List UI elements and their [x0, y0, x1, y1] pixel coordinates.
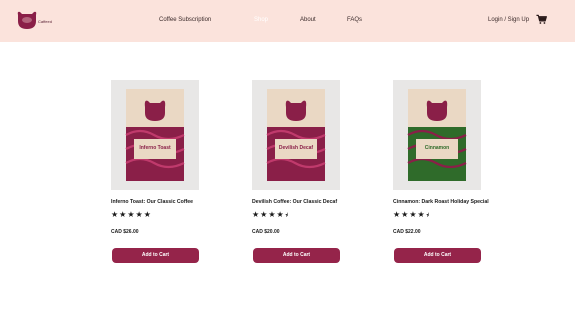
shopping-cart-icon[interactable]	[536, 14, 547, 25]
star-half-icon: ⯨	[425, 213, 430, 219]
bag-label: Devilish Decaf	[279, 145, 314, 151]
nav-coffee-subscription[interactable]: Coffee Subscription	[159, 17, 211, 23]
product-title[interactable]: Cinnamon: Dark Roast Holiday Special	[393, 199, 489, 205]
star-rating: ★★★★⯨	[393, 210, 430, 219]
product-image[interactable]: Inferno Toast	[111, 80, 199, 190]
product-price: CAD $22.00	[393, 229, 421, 235]
cup-logo-icon	[17, 11, 37, 30]
bag-label: Inferno Toast	[139, 145, 171, 151]
coffee-bag-icon: Inferno Toast	[125, 89, 185, 181]
star-full-icon: ★	[252, 210, 261, 219]
star-full-icon: ★	[417, 210, 426, 219]
add-to-cart-button[interactable]: Add to Cart	[394, 248, 481, 263]
navbar: Caffeed Coffee Subscription Shop About F…	[0, 0, 575, 42]
star-full-icon: ★	[135, 210, 144, 219]
star-full-icon: ★	[127, 210, 136, 219]
product-price: CAD $26.00	[111, 229, 139, 235]
star-full-icon: ★	[393, 210, 402, 219]
nav-shop[interactable]: Shop	[254, 17, 268, 23]
brand-logo[interactable]: Caffeed	[16, 10, 56, 32]
star-rating: ★★★★★	[111, 210, 152, 219]
star-full-icon: ★	[276, 210, 285, 219]
star-full-icon: ★	[111, 210, 120, 219]
star-full-icon: ★	[268, 210, 277, 219]
coffee-bag-icon: Cinnamon	[407, 89, 467, 181]
star-full-icon: ★	[401, 210, 410, 219]
star-full-icon: ★	[143, 210, 152, 219]
nav-faqs[interactable]: FAQs	[347, 17, 362, 23]
star-rating: ★★★★⯨	[252, 210, 289, 219]
add-to-cart-button[interactable]: Add to Cart	[112, 248, 199, 263]
nav-about[interactable]: About	[300, 17, 316, 23]
product-price: CAD $20.00	[252, 229, 280, 235]
product-title[interactable]: Inferno Toast: Our Classic Coffee	[111, 199, 193, 205]
product-title[interactable]: Devilish Coffee: Our Classic Decaf	[252, 199, 337, 205]
logo-text: Caffeed	[38, 19, 52, 24]
bag-label: Cinnamon	[425, 145, 449, 151]
product-image[interactable]: Devilish Decaf	[252, 80, 340, 190]
star-full-icon: ★	[260, 210, 269, 219]
star-half-icon: ⯨	[284, 213, 289, 219]
coffee-bag-icon: Devilish Decaf	[266, 89, 326, 181]
login-signup-link[interactable]: Login / Sign Up	[488, 17, 529, 23]
star-full-icon: ★	[119, 210, 128, 219]
product-image[interactable]: Cinnamon	[393, 80, 481, 190]
star-full-icon: ★	[409, 210, 418, 219]
add-to-cart-button[interactable]: Add to Cart	[253, 248, 340, 263]
